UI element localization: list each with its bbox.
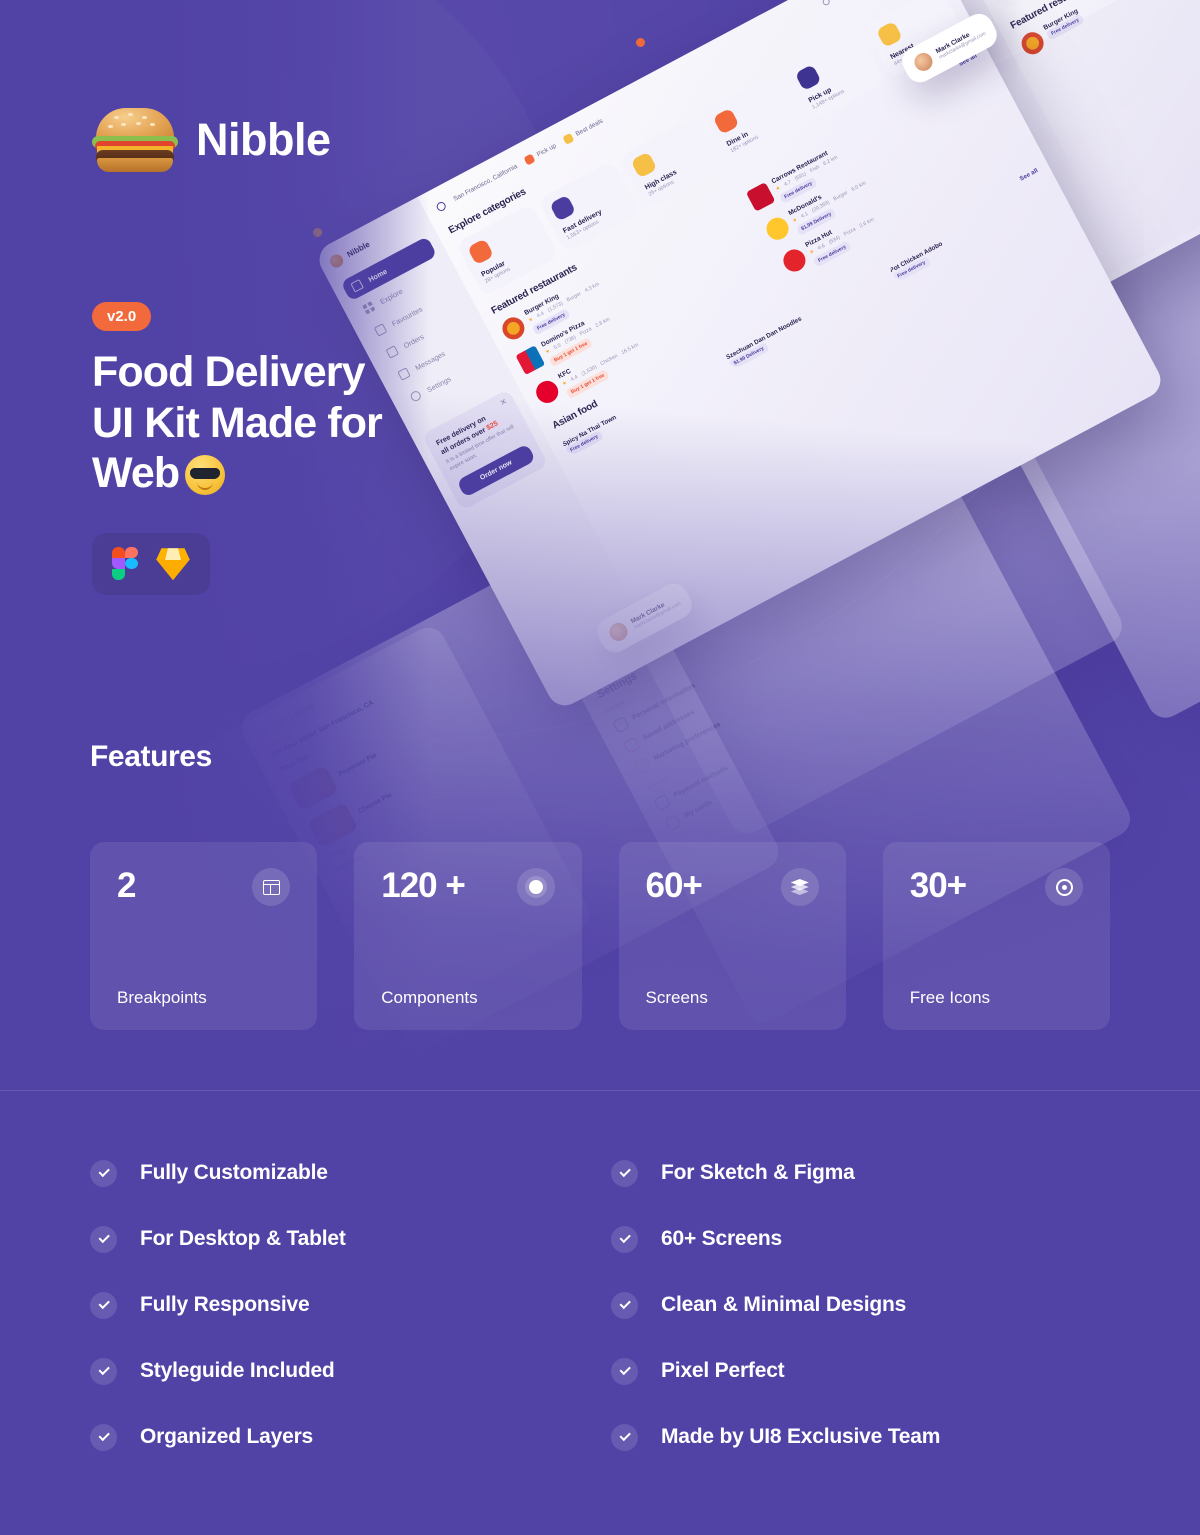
avatar bbox=[606, 619, 631, 645]
carrows-logo-icon bbox=[745, 182, 776, 212]
target-icon bbox=[1045, 868, 1083, 906]
checklist-label: Fully Responsive bbox=[140, 1293, 310, 1316]
features-title: Features bbox=[90, 740, 212, 773]
hero-section: Nibble v2.0 Food Delivery UI Kit Made fo… bbox=[0, 0, 560, 596]
stat-card-top: 60+ bbox=[646, 868, 819, 906]
checklist-item: Fully Responsive bbox=[90, 1272, 589, 1338]
star-icon: ★ bbox=[791, 216, 799, 225]
headline-line-1: Food Delivery bbox=[92, 348, 366, 396]
headline-line-2: UI Kit Made for bbox=[92, 398, 383, 447]
checklist-label: Styleguide Included bbox=[140, 1359, 335, 1382]
checklist-item: For Desktop & Tablet bbox=[90, 1206, 589, 1272]
stat-card-grid: 2 Breakpoints 120 + Components 60+ Scree… bbox=[90, 842, 1110, 1030]
stat-value: 120 + bbox=[381, 866, 466, 905]
deals-icon bbox=[562, 132, 575, 145]
hamburger-emoji-icon bbox=[92, 108, 178, 172]
stat-card-components: 120 + Components bbox=[354, 842, 582, 1030]
stat-card-free-icons: 30+ Free Icons bbox=[882, 842, 1110, 1030]
cutlery-icon bbox=[712, 107, 740, 135]
checklist-item: Organized Layers bbox=[90, 1404, 589, 1470]
bag-icon bbox=[794, 64, 822, 92]
stat-card-top: 120 + bbox=[381, 866, 555, 906]
section-divider bbox=[0, 1090, 1200, 1091]
checklist-item: Pixel Perfect bbox=[611, 1338, 1110, 1404]
check-icon bbox=[611, 1423, 638, 1451]
checklist-item: Clean & Minimal Designs bbox=[611, 1272, 1110, 1338]
page-title: Food Delivery UI Kit Made for Web bbox=[92, 347, 560, 499]
stat-card-breakpoints: 2 Breakpoints bbox=[90, 842, 318, 1030]
star-icon: ★ bbox=[808, 248, 816, 257]
restaurant-rating: 4.4 bbox=[569, 374, 579, 383]
check-icon bbox=[90, 1291, 117, 1319]
check-icon bbox=[611, 1225, 638, 1253]
checklist-label: For Sketch & Figma bbox=[661, 1161, 855, 1184]
stat-value: 30+ bbox=[909, 866, 967, 905]
stat-label: Screens bbox=[645, 988, 708, 1007]
mcdonalds-logo-icon bbox=[762, 213, 793, 244]
version-badge: v2.0 bbox=[92, 302, 152, 331]
checklist-item: Fully Customizable bbox=[90, 1140, 589, 1206]
check-icon bbox=[90, 1159, 117, 1187]
check-icon bbox=[611, 1357, 638, 1385]
sketch-icon bbox=[156, 548, 190, 581]
checklist-item: Styleguide Included bbox=[90, 1338, 589, 1404]
checklist-label: Clean & Minimal Designs bbox=[661, 1293, 907, 1316]
stat-card-screens: 60+ Screens bbox=[618, 842, 846, 1030]
dot-icon bbox=[516, 868, 555, 906]
restaurant-rating: 4.1 bbox=[800, 211, 810, 220]
check-icon bbox=[611, 1159, 638, 1187]
chip-best-deals[interactable]: Best deals bbox=[562, 117, 605, 145]
category-name: Fast delivery bbox=[562, 208, 604, 236]
cart-item-count: (3 items) bbox=[283, 700, 316, 724]
category-name: Pick up bbox=[807, 86, 833, 105]
checklist-label: Pixel Perfect bbox=[661, 1359, 785, 1382]
sunglasses-face-emoji-icon bbox=[185, 455, 226, 496]
layers-icon bbox=[780, 868, 819, 906]
checklist-item: For Sketch & Figma bbox=[611, 1140, 1110, 1206]
stat-label: Free Icons bbox=[909, 988, 991, 1007]
checklist-section: Fully Customizable For Sketch & Figma Fo… bbox=[0, 1140, 1200, 1470]
stat-value: 60+ bbox=[645, 866, 703, 905]
checklist-label: Organized Layers bbox=[140, 1425, 314, 1448]
star-icon: ★ bbox=[774, 184, 782, 193]
stat-label: Breakpoints bbox=[117, 988, 207, 1007]
search-icon bbox=[821, 0, 831, 7]
brand-name: Nibble bbox=[196, 114, 331, 165]
features-section: Features 2 Breakpoints 120 + Components … bbox=[0, 740, 1200, 1030]
checklist-item: Made by UI8 Exclusive Team bbox=[611, 1404, 1110, 1470]
checklist-label: Fully Customizable bbox=[140, 1161, 328, 1184]
stat-card-top: 30+ bbox=[910, 868, 1083, 906]
figma-icon bbox=[112, 547, 138, 581]
pizza-hut-logo-icon bbox=[779, 245, 810, 276]
cart-title-text: My cart bbox=[257, 716, 286, 738]
restaurant-rating: 4.6 bbox=[817, 242, 827, 252]
chip-label: Best deals bbox=[574, 117, 605, 138]
stat-label: Components bbox=[381, 988, 478, 1007]
checklist-label: For Desktop & Tablet bbox=[140, 1227, 346, 1250]
restaurant-rating: 4.7 bbox=[783, 179, 793, 188]
check-icon bbox=[90, 1423, 117, 1451]
restaurant-cuisine: Fish bbox=[809, 164, 821, 175]
stat-value: 2 bbox=[117, 866, 136, 905]
check-icon bbox=[611, 1291, 638, 1319]
tool-badges bbox=[92, 533, 210, 596]
checklist-label: 60+ Screens bbox=[661, 1227, 782, 1250]
crown-icon bbox=[630, 151, 658, 179]
map-icon bbox=[876, 20, 904, 48]
check-icon bbox=[90, 1357, 117, 1385]
star-icon: ★ bbox=[561, 379, 569, 388]
avatar bbox=[911, 49, 936, 75]
see-all-link[interactable]: See all bbox=[1019, 167, 1040, 182]
stat-card-top: 2 bbox=[117, 866, 291, 906]
brand-row: Nibble bbox=[92, 0, 560, 172]
checklist-item: 60+ Screens bbox=[611, 1206, 1110, 1272]
checklist-label: Made by UI8 Exclusive Team bbox=[661, 1425, 941, 1448]
headline-line-3: Web bbox=[92, 449, 180, 498]
category-name: Dine in bbox=[725, 130, 750, 149]
check-icon bbox=[90, 1225, 117, 1253]
layout-icon bbox=[252, 868, 291, 906]
category-name: High class bbox=[643, 168, 679, 192]
burger-king-logo-icon bbox=[1017, 28, 1048, 59]
